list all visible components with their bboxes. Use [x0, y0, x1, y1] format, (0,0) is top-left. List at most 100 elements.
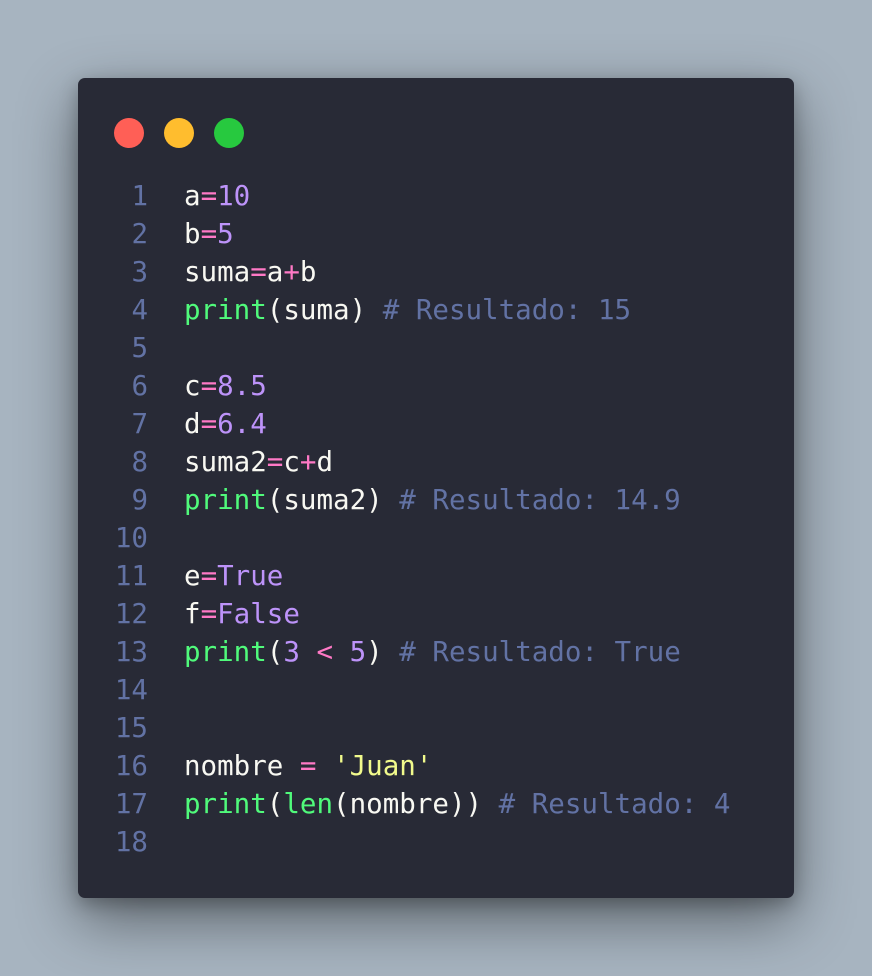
code-token-punc: (: [266, 484, 284, 516]
line-source: d=6.4: [184, 405, 267, 443]
code-token-num: 10: [217, 180, 251, 212]
line-number: 18: [114, 826, 148, 858]
code-token-id: b: [184, 218, 201, 250]
line-number: 3: [131, 256, 148, 288]
line-source: suma2=c+d: [184, 443, 333, 481]
code-token-punc: ): [366, 484, 383, 516]
code-token-id: b: [299, 256, 317, 288]
code-token-op: <: [316, 636, 334, 668]
code-token-punc: ): [366, 636, 383, 668]
code-token-op: =: [250, 256, 267, 288]
line-number: 1: [131, 180, 148, 212]
line-number: 16: [114, 750, 148, 782]
code-token-fn: print: [184, 788, 267, 820]
line-source: a=10: [184, 177, 250, 215]
line-source: print(suma) # Resultado: 15: [184, 291, 631, 329]
code-token-punc: (: [333, 788, 350, 820]
code-line: 17 print(len(nombre)) # Resultado: 4: [78, 785, 794, 823]
code-token-op: =: [200, 180, 218, 212]
code-token-id: c: [184, 370, 201, 402]
line-number: 13: [114, 636, 148, 668]
minimize-window-dot-icon[interactable]: [164, 118, 194, 148]
code-line: 12 f=False: [78, 595, 794, 633]
line-source: e=True: [184, 557, 283, 595]
code-token-punc: )): [448, 788, 483, 820]
code-line: 15: [78, 709, 794, 747]
code-token-fn: print: [184, 636, 267, 668]
code-token-comment: # Resultado: 14.9: [399, 484, 681, 516]
line-number: 10: [114, 522, 148, 554]
line-number: 9: [131, 484, 148, 516]
code-token-id: nombre: [184, 750, 284, 782]
line-number: 17: [114, 788, 148, 820]
code-token-comment: # Resultado: 15: [382, 294, 632, 326]
code-line: 10: [78, 519, 794, 557]
line-source: print(3 < 5) # Resultado: True: [184, 633, 681, 671]
code-line: 9 print(suma2) # Resultado: 14.9: [78, 481, 794, 519]
code-token-op: =: [200, 218, 218, 250]
code-token-op: =: [200, 560, 218, 592]
code-token-num: 5: [349, 636, 367, 668]
code-token-op: =: [200, 408, 218, 440]
code-block: 1 a=10 2 b=5 3 suma=a+b 4 print(suma) # Resulta…: [78, 177, 794, 861]
line-source: f=False: [184, 595, 300, 633]
line-source: nombre = 'Juan': [184, 747, 432, 785]
code-line: 3 suma=a+b: [78, 253, 794, 291]
code-line: 5: [78, 329, 794, 367]
code-token-id: suma: [184, 256, 251, 288]
code-line: 8 suma2=c+d: [78, 443, 794, 481]
code-window: 1 a=10 2 b=5 3 suma=a+b 4 print(suma) # Resulta…: [78, 78, 794, 898]
line-number: 2: [131, 218, 148, 250]
code-token-punc: (: [266, 636, 284, 668]
line-number: 15: [114, 712, 148, 744]
code-line: 4 print(suma) # Resultado: 15: [78, 291, 794, 329]
code-line: 14: [78, 671, 794, 709]
code-token-const: False: [217, 598, 300, 630]
code-line: 11 e=True: [78, 557, 794, 595]
code-token-fn: print: [184, 294, 267, 326]
code-token-op: =: [200, 370, 218, 402]
code-token-id: d: [184, 408, 201, 440]
code-line: 13 print(3 < 5) # Resultado: True: [78, 633, 794, 671]
code-token-fn: len: [283, 788, 334, 820]
code-line: 2 b=5: [78, 215, 794, 253]
code-token-id: d: [316, 446, 334, 478]
code-token-num: 6.4: [217, 408, 267, 440]
line-number: 14: [114, 674, 148, 706]
line-source: c=8.5: [184, 367, 267, 405]
code-token-fn: print: [184, 484, 267, 516]
code-token-id: a: [266, 256, 284, 288]
code-token-id: suma2: [184, 446, 267, 478]
code-token-op: +: [283, 256, 300, 288]
code-token-id: f: [184, 598, 201, 630]
line-number: 4: [131, 294, 148, 326]
line-source: print(suma2) # Resultado: 14.9: [184, 481, 681, 519]
code-token-op: =: [266, 446, 284, 478]
code-line: 16 nombre = 'Juan': [78, 747, 794, 785]
code-token-id: suma2: [283, 484, 367, 516]
maximize-window-dot-icon[interactable]: [214, 118, 244, 148]
line-source: print(len(nombre)) # Resultado: 4: [184, 785, 730, 823]
code-token-id: nombre: [349, 788, 449, 820]
line-number: 12: [114, 598, 148, 630]
close-window-dot-icon[interactable]: [114, 118, 144, 148]
code-token-comment: # Resultado: True: [399, 636, 681, 668]
code-token-punc: (: [266, 788, 284, 820]
code-token-op: +: [299, 446, 317, 478]
line-number: 6: [131, 370, 148, 402]
line-number: 7: [131, 408, 148, 440]
code-token-op: =: [200, 598, 218, 630]
code-token-id: e: [184, 560, 201, 592]
line-number: 8: [131, 446, 148, 478]
line-number: 11: [114, 560, 148, 592]
code-token-num: 8.5: [217, 370, 267, 402]
line-source: suma=a+b: [184, 253, 316, 291]
code-line: 6 c=8.5: [78, 367, 794, 405]
